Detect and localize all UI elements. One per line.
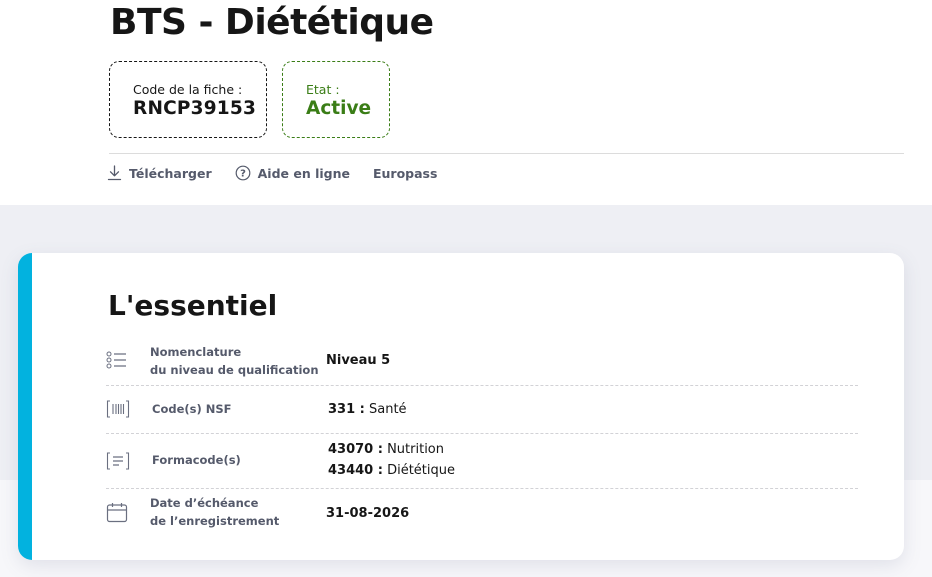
value-code: 43440 : — [328, 463, 383, 478]
help-label: Aide en ligne — [257, 165, 350, 181]
value-code: 331 : — [328, 402, 365, 417]
download-icon — [107, 165, 122, 181]
header-divider — [109, 153, 904, 154]
card-accent-bar — [18, 253, 32, 560]
value-text: Nutrition — [382, 442, 445, 457]
value-text: Santé — [364, 402, 407, 417]
info-row-value: 31-08-2026 — [326, 503, 409, 524]
info-row-label: Code(s) NSF — [152, 400, 232, 418]
fiche-state-label: Etat : — [306, 82, 340, 97]
page-title: BTS - Diététique — [110, 2, 434, 43]
help-icon: ? — [235, 165, 251, 181]
action-bar: Télécharger ? Aide en ligne Europass — [107, 163, 460, 183]
info-row-label: Formacode(s) — [152, 451, 241, 469]
label-line: Formacode(s) — [152, 453, 241, 467]
fiche-code-value: RNCP39153 — [133, 98, 257, 119]
calendar-icon — [106, 503, 128, 523]
svg-text:?: ? — [240, 169, 246, 180]
value-text: 31-08-2026 — [326, 506, 410, 521]
list-icon — [106, 351, 126, 369]
essentiel-title: L'essentiel — [108, 289, 278, 322]
value-text: Niveau 5 — [326, 353, 391, 368]
help-button[interactable]: ? Aide en ligne — [235, 165, 350, 181]
label-line: de l’enregistrement — [150, 514, 280, 528]
info-row-label: Nomenclature du niveau de qualification — [150, 343, 319, 379]
info-row-nomenclature: Nomenclature du niveau de qualification … — [106, 343, 858, 386]
value-line: 43440 : Diététique — [328, 460, 455, 481]
label-line: Code(s) NSF — [152, 402, 232, 416]
fiche-state-box: Etat : Active — [282, 61, 390, 138]
value-line: 43070 : Nutrition — [328, 439, 455, 460]
info-row-formacode: Formacode(s) 43070 : Nutrition 43440 : D… — [106, 434, 858, 489]
europass-label: Europass — [372, 165, 438, 181]
info-row-label: Date d’échéance de l’enregistrement — [150, 494, 279, 530]
info-row-value: 43070 : Nutrition 43440 : Diététique — [328, 439, 455, 481]
info-row-nsf: Code(s) NSF 331 : Santé — [106, 386, 858, 434]
info-row-value: Niveau 5 — [326, 350, 390, 371]
fiche-state-value: Active — [306, 98, 372, 119]
download-label: Télécharger — [129, 165, 212, 181]
europass-link[interactable]: Europass — [373, 166, 437, 181]
value-code: 43070 : — [328, 442, 383, 457]
info-row-value: 331 : Santé — [328, 399, 407, 420]
value-text: Diététique — [382, 463, 455, 478]
label-line: du niveau de qualification — [150, 363, 319, 377]
barcode-icon — [106, 400, 130, 418]
code-list-icon — [106, 452, 130, 470]
label-line: Nomenclature — [150, 345, 242, 359]
fiche-code-box: Code de la fiche : RNCP39153 — [109, 61, 267, 138]
essentiel-card: L'essentiel Nomenclature du niveau de qu… — [18, 253, 904, 560]
info-row-echeance: Date d’échéance de l’enregistrement 31-0… — [106, 489, 858, 539]
fiche-code-label: Code de la fiche : — [133, 82, 243, 97]
download-button[interactable]: Télécharger — [107, 165, 212, 181]
label-line: Date d’échéance — [150, 496, 259, 510]
